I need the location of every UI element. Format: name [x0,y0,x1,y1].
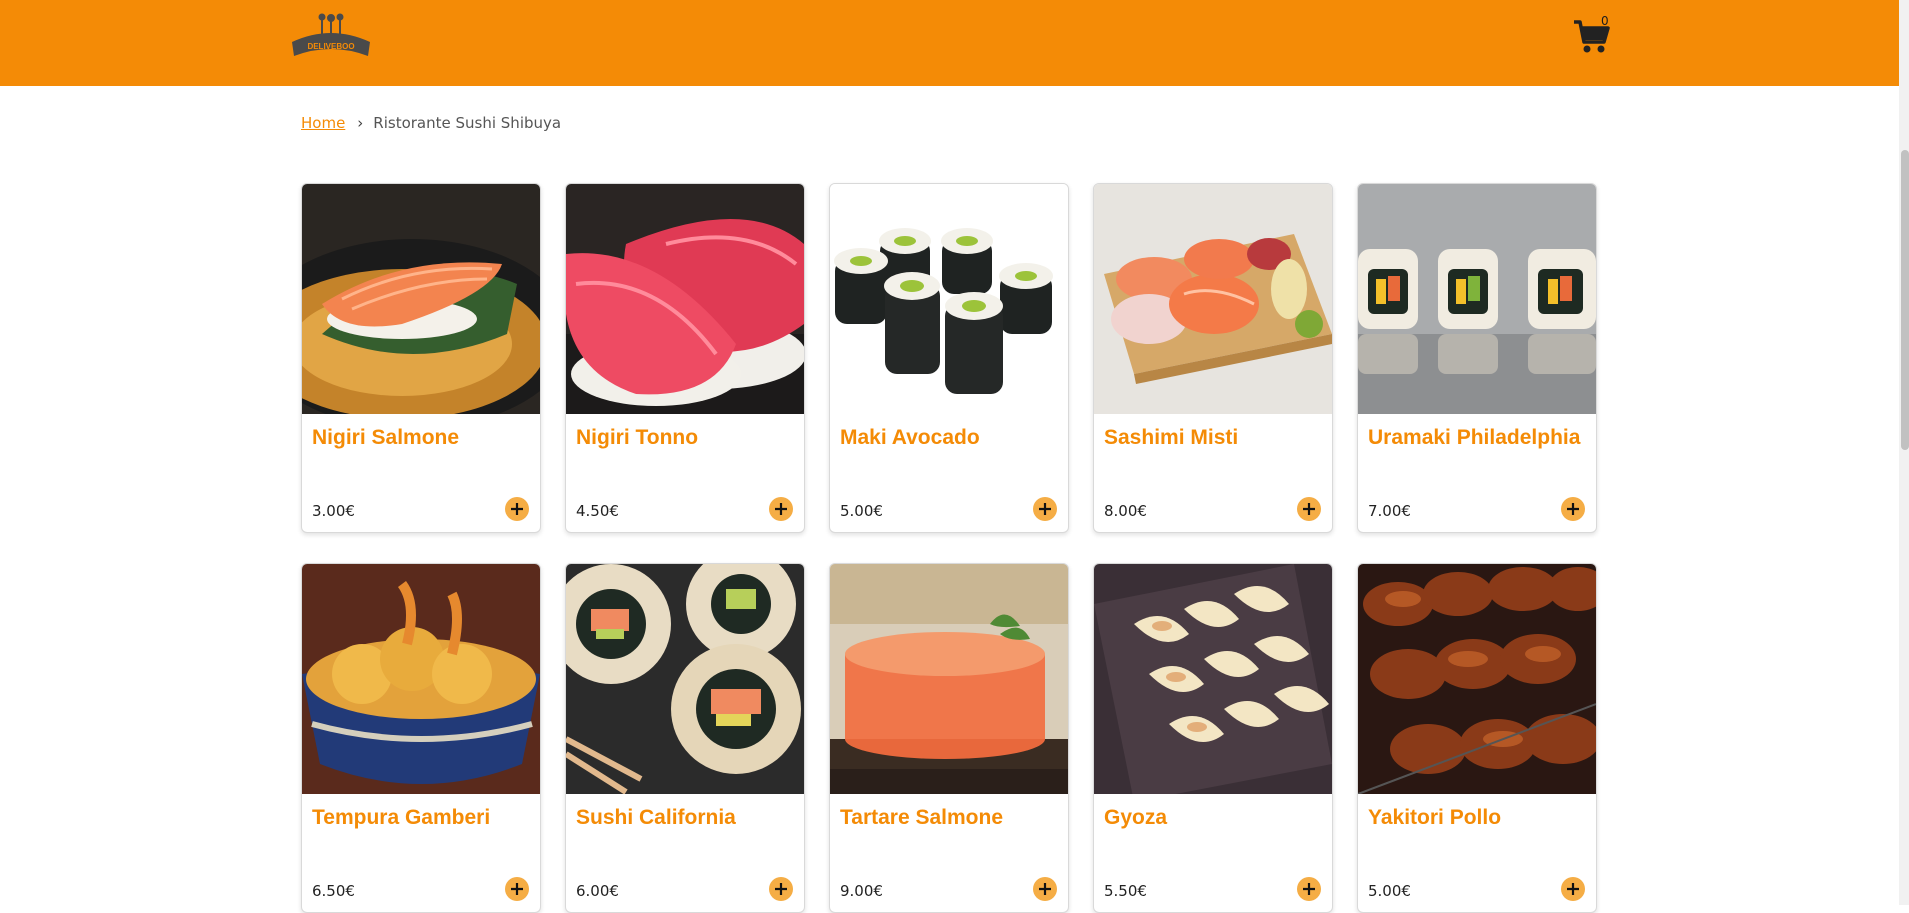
add-to-cart-button[interactable] [1297,877,1321,901]
product-name: Sushi California [576,806,736,829]
product-price: 7.00€ [1368,502,1411,520]
product-price: 3.00€ [312,502,355,520]
product-image-sushi-california [566,564,804,794]
product-card[interactable]: Uramaki Philadelphia 7.00€ [1357,183,1597,533]
product-card[interactable]: Nigiri Tonno 4.50€ [565,183,805,533]
product-image-sashimi-misti [1094,184,1332,414]
product-price: 5.50€ [1104,882,1147,900]
plus-icon [1039,503,1051,515]
product-price: 4.50€ [576,502,619,520]
site-header: DELIVEBOO 0 [0,0,1899,86]
product-image-tempura-gamberi [302,564,540,794]
product-grid: Nigiri Salmone 3.00€ Nigiri Tonno 4.50€ [301,183,1597,913]
product-name: Sashimi Misti [1104,426,1239,449]
plus-icon [1039,883,1051,895]
product-image-yakitori-pollo [1358,564,1596,794]
product-card[interactable]: Nigiri Salmone 3.00€ [301,183,541,533]
plus-icon [1303,503,1315,515]
add-to-cart-button[interactable] [769,497,793,521]
product-card[interactable]: Gyoza 5.50€ [1093,563,1333,913]
product-card[interactable]: Yakitori Pollo 5.00€ [1357,563,1597,913]
plus-icon [775,883,787,895]
product-card[interactable]: Maki Avocado 5.00€ [829,183,1069,533]
product-price: 6.50€ [312,882,355,900]
product-name: Nigiri Salmone [312,426,460,449]
add-to-cart-button[interactable] [769,877,793,901]
plus-icon [775,503,787,515]
product-image-gyoza [1094,564,1332,794]
scrollbar-thumb[interactable] [1901,150,1909,450]
chevron-right-icon: › [357,114,364,132]
product-price: 8.00€ [1104,502,1147,520]
product-price: 5.00€ [840,502,883,520]
add-to-cart-button[interactable] [505,877,529,901]
add-to-cart-button[interactable] [1297,497,1321,521]
product-image-uramaki-philadelphia [1358,184,1596,414]
product-card[interactable]: Sushi California 6.00€ [565,563,805,913]
product-name: Yakitori Pollo [1368,806,1502,829]
product-card[interactable]: Tartare Salmone 9.00€ [829,563,1069,913]
product-price: 6.00€ [576,882,619,900]
product-image-tartare-salmone [830,564,1068,794]
product-image-maki-avocado [830,184,1068,414]
breadcrumb-current: Ristorante Sushi Shibuya [373,114,562,132]
plus-icon [1303,883,1315,895]
product-name: Tempura Gamberi [312,806,491,829]
svg-text:DELIVEBOO: DELIVEBOO [307,42,354,51]
plus-icon [511,503,523,515]
cart-count-badge: 0 [1601,14,1609,28]
product-name: Maki Avocado [840,426,980,449]
product-price: 5.00€ [1368,882,1411,900]
product-card[interactable]: Tempura Gamberi 6.50€ [301,563,541,913]
plus-icon [511,883,523,895]
breadcrumb: Home › Ristorante Sushi Shibuya [301,114,561,132]
product-price: 9.00€ [840,882,883,900]
product-name: Gyoza [1104,806,1168,829]
breadcrumb-home-link[interactable]: Home [301,114,345,132]
plus-icon [1567,503,1579,515]
product-image-nigiri-tonno [566,184,804,414]
product-name: Nigiri Tonno [576,426,699,449]
product-name: Tartare Salmone [840,806,1004,829]
add-to-cart-button[interactable] [1033,877,1057,901]
deliveboo-logo[interactable]: DELIVEBOO [288,12,374,62]
product-image-nigiri-salmone [302,184,540,414]
add-to-cart-button[interactable] [1561,497,1585,521]
add-to-cart-button[interactable] [505,497,529,521]
add-to-cart-button[interactable] [1033,497,1057,521]
product-name: Uramaki Philadelphia [1368,426,1581,449]
product-card[interactable]: Sashimi Misti 8.00€ [1093,183,1333,533]
add-to-cart-button[interactable] [1561,877,1585,901]
plus-icon [1567,883,1579,895]
page-scrollbar[interactable] [1899,0,1909,905]
